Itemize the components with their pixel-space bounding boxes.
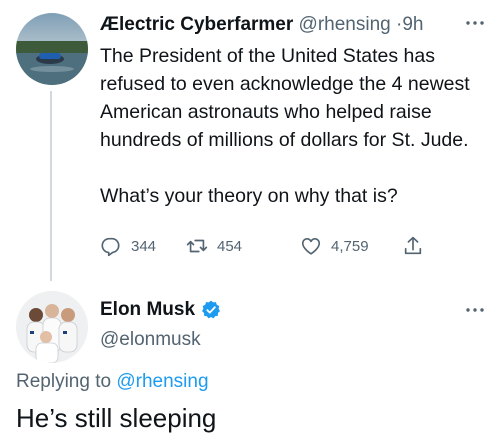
like-button[interactable]: 4,759 [300, 231, 369, 261]
tweet-body: The President of the United States has r… [100, 42, 492, 210]
reply-header: Elon Musk [100, 297, 222, 323]
display-name[interactable]: Ælectric Cyberfarmer [100, 14, 293, 35]
reply-button[interactable]: 344 [100, 231, 156, 261]
avatar-image [16, 291, 88, 363]
retweet-button[interactable]: 454 [186, 231, 242, 261]
replying-to-line: Replying to @rhensing [16, 368, 209, 396]
retweet-icon [186, 239, 208, 253]
parent-avatar[interactable] [16, 13, 88, 85]
thread-connector-line [50, 91, 52, 281]
reply-icon [101, 237, 120, 257]
tweet-timestamp[interactable]: 9h [402, 14, 423, 35]
reply-count: 344 [131, 237, 157, 255]
retweet-count: 454 [217, 237, 243, 255]
verified-badge-icon [202, 300, 220, 319]
tweet-text-paragraph: What’s your theory on why that is? [100, 185, 398, 207]
replying-to-label: Replying to [16, 371, 112, 392]
share-button[interactable] [402, 231, 433, 261]
display-name[interactable]: Elon Musk [100, 299, 195, 321]
reply-avatar[interactable] [16, 291, 88, 363]
tweet-header: Ælectric Cyberfarmer @rhensing ·9h [100, 12, 486, 38]
reply-tweet-text: He’s still sleeping [16, 403, 217, 433]
avatar-image [16, 13, 88, 85]
share-icon [404, 236, 422, 255]
tweet-text-paragraph: The President of the United States has r… [100, 45, 470, 151]
more-icon[interactable] [464, 297, 486, 323]
more-icon[interactable] [464, 12, 486, 38]
tweet-actions: 344 454 4,759 [100, 231, 440, 261]
mention-link[interactable]: @rhensing [116, 371, 208, 392]
user-handle[interactable]: @elonmusk [100, 327, 201, 353]
user-handle[interactable]: @rhensing [299, 14, 391, 35]
like-count: 4,759 [331, 237, 369, 255]
parent-tweet[interactable]: Ælectric Cyberfarmer @rhensing ·9h The P… [0, 0, 500, 284]
heart-icon [301, 238, 321, 255]
